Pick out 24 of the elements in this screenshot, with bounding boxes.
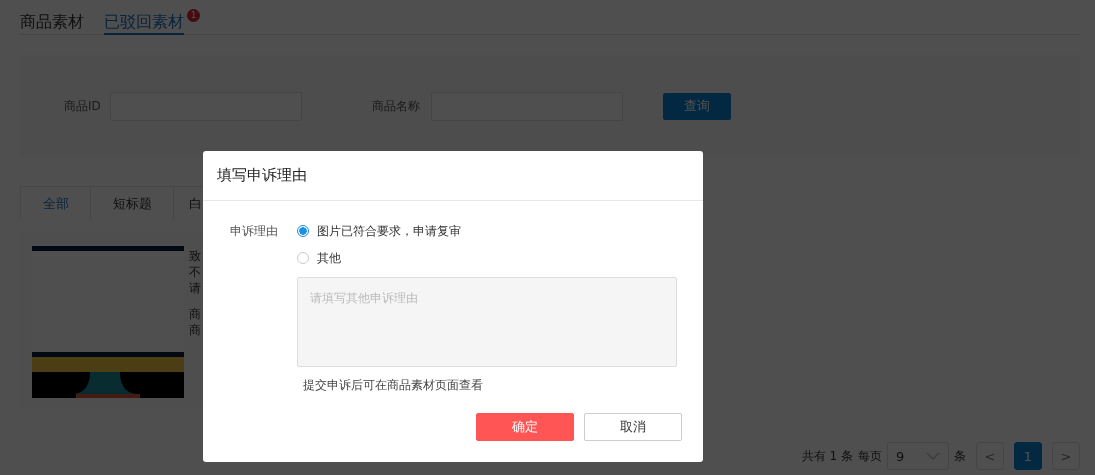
count-badge: 1: [187, 9, 200, 22]
radio-option[interactable]: 图片已符合要求，申请复审: [297, 223, 677, 239]
card-text: 商: [189, 322, 201, 338]
card-text: 商: [189, 306, 201, 322]
tab[interactable]: 已驳回素材: [104, 12, 184, 35]
card-text: 不: [189, 264, 201, 280]
filter-tab[interactable]: 全部: [20, 186, 91, 220]
page-button[interactable]: 1: [1014, 442, 1042, 470]
field-label: 申诉理由: [230, 223, 279, 240]
tab[interactable]: 商品素材: [20, 12, 84, 35]
per-page-select[interactable]: 9: [887, 442, 949, 470]
per-page-label: 每页: [858, 447, 882, 465]
card-text: 请: [189, 280, 201, 296]
previous-page-button[interactable]: <: [976, 442, 1004, 470]
query-button[interactable]: 查询: [663, 92, 731, 120]
card-text: 致: [189, 248, 201, 264]
hint-text: 提交申诉后可在商品素材页面查看: [303, 377, 484, 394]
total-count: 共有 1 条: [801, 447, 853, 465]
cancel-button[interactable]: 取消: [584, 413, 682, 441]
unit-label: 条: [954, 447, 966, 465]
next-page-button[interactable]: >: [1052, 442, 1080, 470]
confirm-button[interactable]: 确定: [476, 413, 574, 441]
radio-option[interactable]: 其他: [297, 250, 677, 266]
dialog-title: 填写申诉理由: [217, 166, 307, 185]
